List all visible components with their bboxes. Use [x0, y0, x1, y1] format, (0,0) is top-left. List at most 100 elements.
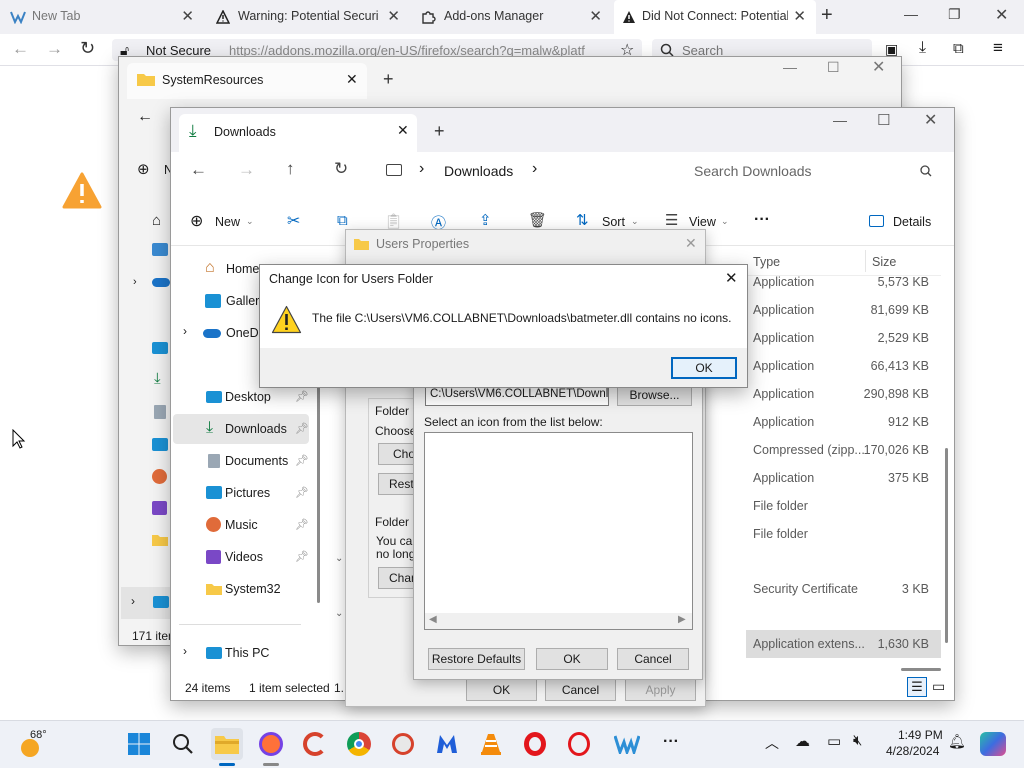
delete-icon[interactable]: 🗑︎	[528, 211, 547, 229]
close-icon[interactable]: ✕	[995, 5, 1008, 25]
taskbar-app-ccleaner[interactable]	[299, 728, 331, 760]
view-icon[interactable]: ☰	[665, 211, 678, 229]
scroll-right-icon[interactable]: ▶	[678, 614, 686, 625]
maximize-icon[interactable]: ☐	[827, 59, 840, 76]
maximize-icon[interactable]: ☐	[877, 111, 890, 129]
sidebar-item-pictures[interactable]: Pictures 📌︎	[173, 478, 309, 508]
close-icon[interactable]: ✕	[872, 57, 885, 77]
clock-time[interactable]: 1:49 PM	[898, 728, 943, 742]
close-icon[interactable]: ✕	[725, 269, 738, 287]
table-row[interactable]: Application 5,573 KB	[746, 268, 941, 296]
show-hidden-icons-chevron[interactable]: ︿	[765, 733, 779, 753]
ok-button[interactable]: OK	[536, 648, 608, 670]
close-tab-icon[interactable]: ✕	[589, 7, 602, 25]
share-icon[interactable]: ⇪	[479, 211, 492, 229]
forward-arrow-icon[interactable]: →	[238, 160, 255, 180]
sidebar-item-system32[interactable]: System32	[173, 574, 309, 604]
see-more-button[interactable]: ···	[754, 211, 770, 229]
breadcrumb-downloads[interactable]: Downloads	[444, 163, 513, 179]
notification-bell-icon[interactable]: 🔔︎	[948, 733, 966, 750]
new-plus-icon[interactable]: ⊕	[190, 211, 203, 231]
display-icon[interactable]: ▭	[827, 732, 841, 750]
pin-icon[interactable]: 📌︎	[295, 454, 309, 467]
back-arrow-icon[interactable]: ←	[12, 39, 29, 59]
extensions-icon[interactable]: ⧉	[953, 40, 964, 57]
close-icon[interactable]: ✕	[924, 110, 937, 130]
volume-muted-icon[interactable]: 🔇︎	[853, 732, 862, 749]
table-row[interactable]: Application 912 KB	[746, 408, 941, 436]
new-tab-button[interactable]: +	[821, 4, 833, 27]
close-tab-icon[interactable]: ✕	[793, 7, 806, 25]
taskbar-opera[interactable]	[519, 728, 551, 760]
taskbar-firefox[interactable]	[255, 728, 287, 760]
ok-button[interactable]: OK	[671, 357, 737, 379]
pin-icon[interactable]: 📌︎	[295, 390, 309, 403]
weather-widget[interactable]: 68°	[18, 729, 47, 759]
details-pane-icon[interactable]	[869, 215, 884, 227]
view-button[interactable]: View	[689, 215, 716, 229]
paste-icon[interactable]: 📋︎	[384, 212, 403, 230]
table-row[interactable]: Compressed (zipp... 170,026 KB	[746, 436, 941, 464]
restore-default-button[interactable]: Resto	[378, 473, 418, 495]
start-button[interactable]	[123, 728, 155, 760]
back-arrow-icon[interactable]: ←	[190, 160, 207, 180]
taskbar-chrome[interactable]	[343, 728, 375, 760]
new-plus-icon[interactable]: ⊕	[137, 160, 150, 178]
sidebar-item-videos[interactable]: Videos 📌︎	[173, 542, 309, 572]
choose-file-button[interactable]: Cho	[378, 443, 418, 465]
firefox-tab-did-not-connect[interactable]: Did Not Connect: Potential ✕	[614, 0, 816, 34]
table-row[interactable]: Security Certificate 3 KB	[746, 575, 941, 603]
icon-list[interactable]: ◀ ▶	[424, 432, 693, 630]
table-row[interactable]: Application 375 KB	[746, 464, 941, 492]
reload-icon[interactable]: ↻	[80, 38, 95, 59]
pin-icon[interactable]: 📌︎	[295, 550, 309, 563]
tiles-view-icon[interactable]: ▭	[932, 678, 945, 695]
clock-date[interactable]: 4/28/2024	[886, 744, 939, 758]
close-icon[interactable]: ✕	[685, 235, 697, 252]
expand-chevron-icon[interactable]: ›	[183, 324, 187, 338]
taskbar-file-explorer[interactable]	[211, 728, 243, 760]
close-tab-icon[interactable]: ✕	[181, 7, 194, 25]
new-tab-button[interactable]: +	[383, 69, 394, 90]
icon-list-hscrollbar[interactable]: ◀ ▶	[425, 613, 692, 629]
expand-chevron-icon[interactable]: ›	[133, 276, 137, 288]
firefox-tab-warning[interactable]: Warning: Potential Security ✕	[206, 0, 410, 34]
tab-systemresources[interactable]: SystemResources ✕	[127, 63, 367, 99]
table-row[interactable]: Application 66,413 KB	[746, 352, 941, 380]
new-tab-button[interactable]: +	[434, 121, 445, 142]
sidebar-item-downloads[interactable]: ⤓ Downloads 📌︎	[173, 414, 309, 444]
file-list-scrollbar[interactable]	[945, 448, 948, 643]
chevron-down-icon[interactable]: ⌄	[335, 553, 343, 564]
minimize-icon[interactable]: —	[904, 6, 918, 22]
table-row[interactable]: Application 290,898 KB	[746, 380, 941, 408]
scroll-left-icon[interactable]: ◀	[429, 614, 437, 625]
change-icon-button[interactable]: Chan	[378, 567, 418, 589]
ok-button[interactable]: OK	[466, 679, 537, 701]
cancel-button[interactable]: Cancel	[617, 648, 689, 670]
taskbar-app-w[interactable]	[611, 728, 643, 760]
chevron-down-icon[interactable]: ⌄	[335, 608, 343, 619]
search-downloads-box[interactable]: Search Downloads	[683, 155, 943, 187]
copy-icon[interactable]: ⧉	[337, 212, 348, 229]
taskbar-overflow-button[interactable]: ···	[663, 733, 679, 751]
table-row[interactable]: Application 81,699 KB	[746, 296, 941, 324]
taskbar-vlc[interactable]	[475, 728, 507, 760]
sort-button[interactable]: Sort	[602, 215, 625, 229]
close-tab-icon[interactable]: ✕	[346, 71, 358, 88]
taskbar-app-red[interactable]	[387, 728, 419, 760]
forward-arrow-icon[interactable]: →	[46, 39, 63, 59]
table-row[interactable]: Application 2,529 KB	[746, 324, 941, 352]
pin-icon[interactable]: 📌︎	[295, 422, 309, 435]
close-tab-icon[interactable]: ✕	[397, 122, 409, 139]
cancel-button[interactable]: Cancel	[545, 679, 616, 701]
taskbar-malwarebytes[interactable]	[431, 728, 463, 760]
back-arrow-icon[interactable]: ←	[137, 108, 153, 126]
restore-icon[interactable]: ❐	[948, 6, 961, 23]
firefox-tab-new-tab[interactable]: New Tab ✕	[0, 0, 204, 34]
sort-icon[interactable]: ⇅	[576, 211, 589, 229]
sidebar-item-documents[interactable]: Documents 📌︎	[173, 446, 309, 476]
apply-button[interactable]: Apply	[625, 679, 696, 701]
details-view-icon[interactable]: ☰	[907, 677, 927, 697]
table-row-selected[interactable]: Application extens... 1,630 KB	[746, 630, 941, 658]
search-button[interactable]	[167, 728, 199, 760]
